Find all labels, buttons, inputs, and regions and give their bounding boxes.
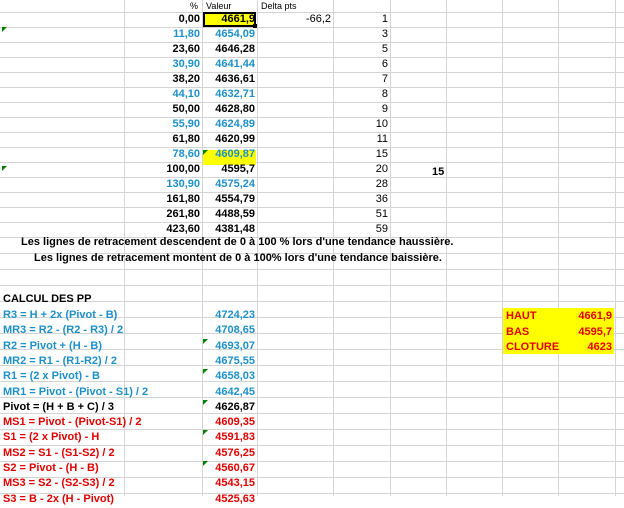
comment-marker-icon	[2, 166, 7, 171]
retracement-index[interactable]: 28	[333, 177, 390, 192]
retracement-pct[interactable]: 44,10	[124, 87, 202, 102]
hbc-value[interactable]: 4595,7	[558, 324, 612, 340]
retracement-value[interactable]: 4595,7	[202, 162, 257, 177]
header-pct: %	[190, 1, 199, 11]
retracement-index[interactable]: 36	[333, 192, 390, 207]
retracement-index[interactable]: 7	[333, 72, 390, 87]
retracement-pct[interactable]: 61,80	[124, 132, 202, 147]
note-uptrend: Les lignes de retracement descendent de …	[21, 236, 454, 248]
comment-marker-icon	[203, 150, 208, 155]
side-value[interactable]: 15	[432, 165, 472, 180]
comment-marker-icon	[203, 399, 208, 405]
retracement-value[interactable]: 4554,79	[202, 192, 257, 207]
comment-marker-icon	[203, 338, 208, 344]
retracement-index[interactable]: 8	[333, 87, 390, 102]
hbc-value[interactable]: 4661,9	[558, 308, 612, 324]
retracement-pct[interactable]: 161,80	[124, 192, 202, 207]
retracement-value[interactable]: 4632,71	[202, 87, 257, 102]
pp-value[interactable]: 4525,63	[202, 491, 257, 508]
comment-marker-icon	[2, 27, 7, 32]
retracement-index[interactable]: 10	[333, 117, 390, 132]
retracement-pct[interactable]: 30,90	[124, 57, 202, 72]
retracement-pct[interactable]: 130,90	[124, 177, 202, 192]
retracement-pct[interactable]: 38,20	[124, 72, 202, 87]
retracement-index[interactable]: 20	[333, 162, 390, 177]
retracement-index[interactable]: 9	[333, 102, 390, 117]
retracement-index[interactable]: 3	[333, 27, 390, 42]
delta-value[interactable]: -66,2	[257, 12, 333, 27]
retracement-value[interactable]: 4609,87	[202, 147, 257, 162]
hbc-label: CLOTURE	[506, 341, 560, 353]
pp-title: CALCUL DES PP	[3, 293, 92, 305]
retracement-pct[interactable]: 50,00	[124, 102, 202, 117]
retracement-value[interactable]: 4636,61	[202, 72, 257, 87]
retracement-pct[interactable]: 100,00	[124, 162, 202, 177]
pp-formula[interactable]: S3 = B - 2x (H - Pivot)	[3, 491, 201, 508]
comment-marker-icon	[203, 461, 208, 466]
retracement-pct[interactable]: 78,60	[124, 147, 202, 162]
header-delta-pts: Delta pts	[261, 1, 297, 11]
retracement-index[interactable]: 5	[333, 42, 390, 57]
retracement-value[interactable]: 4575,24	[202, 177, 257, 192]
retracement-value[interactable]: 4628,80	[202, 102, 257, 117]
note-downtrend: Les lignes de retracement montent de 0 à…	[34, 252, 442, 264]
retracement-pct[interactable]: 0,00	[124, 12, 202, 27]
comment-marker-icon	[203, 430, 208, 436]
retracement-index[interactable]: 1	[333, 12, 390, 27]
header-valeur: Valeur	[206, 1, 232, 11]
retracement-value[interactable]: 4641,44	[202, 57, 257, 72]
retracement-value[interactable]: 4488,59	[202, 207, 257, 222]
retracement-index[interactable]: 51	[333, 207, 390, 222]
retracement-value[interactable]: 4661,9	[202, 12, 257, 27]
retracement-index[interactable]: 15	[333, 147, 390, 162]
retracement-value[interactable]: 4654,09	[202, 27, 257, 42]
retracement-pct[interactable]: 23,60	[124, 42, 202, 57]
retracement-value[interactable]: 4624,89	[202, 117, 257, 132]
hbc-label: BAS	[506, 325, 530, 338]
comment-marker-icon	[203, 369, 208, 375]
retracement-index[interactable]: 11	[333, 132, 390, 147]
retracement-pct[interactable]: 55,90	[124, 117, 202, 132]
retracement-pct[interactable]: 11,80	[124, 27, 202, 42]
fill-handle[interactable]	[253, 24, 257, 28]
retracement-index[interactable]: 6	[333, 57, 390, 72]
retracement-pct[interactable]: 261,80	[124, 207, 202, 222]
hbc-value[interactable]: 4623	[558, 339, 612, 355]
retracement-value[interactable]: 4620,99	[202, 132, 257, 147]
hbc-label: HAUT	[506, 310, 537, 322]
retracement-value[interactable]: 4646,28	[202, 42, 257, 57]
